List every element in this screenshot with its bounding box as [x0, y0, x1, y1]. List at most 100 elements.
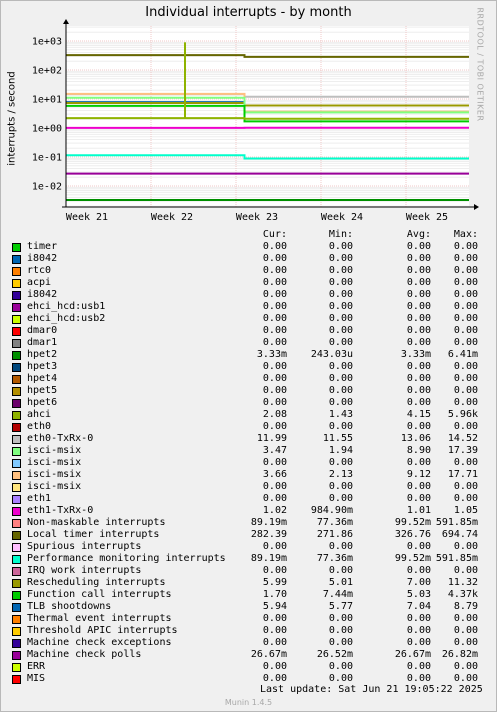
legend-row: Local timer interrupts 282.39 271.86 326.76… — [12, 529, 492, 541]
value-max: 17.39 — [447, 445, 478, 456]
value-min: 0.00 — [328, 289, 353, 300]
value-cur: 0.00 — [262, 361, 287, 372]
legend-swatch — [12, 627, 21, 636]
value-cur: 282.39 — [250, 529, 287, 540]
value-cur: 0.00 — [262, 373, 287, 384]
value-cur: 0.00 — [262, 253, 287, 264]
value-max: 0.00 — [453, 541, 478, 552]
value-max: 0.00 — [453, 613, 478, 624]
value-max: 0.00 — [453, 493, 478, 504]
value-min: 2.13 — [328, 469, 353, 480]
value-cur: 5.94 — [262, 601, 287, 612]
plot-background — [66, 26, 469, 207]
value-cur: 0.00 — [262, 325, 287, 336]
legend-swatch — [12, 423, 21, 432]
value-max: 4.37k — [447, 589, 478, 600]
value-min: 5.77 — [328, 601, 353, 612]
legend-name: eth1 — [27, 493, 52, 504]
value-max: 0.00 — [453, 325, 478, 336]
value-max: 17.71 — [447, 469, 478, 480]
legend-name: eth0 — [27, 421, 52, 432]
value-cur: 5.99 — [262, 577, 287, 588]
value-max: 8.79 — [453, 601, 478, 612]
legend-name: hpet4 — [27, 373, 58, 384]
legend-name: TLB shootdowns — [27, 601, 112, 612]
legend-row: hpet2 3.33m 243.03u 3.33m 6.41m — [12, 349, 492, 361]
legend-swatch — [12, 315, 21, 324]
value-cur: 0.00 — [262, 637, 287, 648]
value-min: 0.00 — [328, 253, 353, 264]
legend-name: Machine check exceptions — [27, 637, 172, 648]
value-max: 591.85m — [435, 517, 478, 528]
legend-swatch — [12, 411, 21, 420]
y-tick-label: 1e+03 — [32, 37, 62, 48]
value-max: 0.00 — [453, 661, 478, 672]
header-min: Min: — [328, 229, 353, 240]
value-max: 0.00 — [453, 301, 478, 312]
series-line — [66, 117, 469, 120]
legend-swatch — [12, 387, 21, 396]
value-min: 11.55 — [322, 433, 353, 444]
legend-swatch — [12, 579, 21, 588]
legend-row: Machine check exceptions 0.00 0.00 0.00 0.00 — [12, 637, 492, 649]
legend-name: ahci — [27, 409, 52, 420]
legend-name: eth0-TxRx-0 — [27, 433, 94, 444]
value-min: 0.00 — [328, 421, 353, 432]
y-tick-label: 1e+00 — [32, 124, 62, 135]
value-max: 0.00 — [453, 361, 478, 372]
legend-name: hpet5 — [27, 385, 58, 396]
value-min: 1.43 — [328, 409, 353, 420]
header-max: Max: — [453, 229, 478, 240]
legend-swatch — [12, 435, 21, 444]
value-min: 0.00 — [328, 397, 353, 408]
legend-swatch — [12, 603, 21, 612]
value-max: 0.00 — [453, 565, 478, 576]
value-cur: 0.00 — [262, 661, 287, 672]
legend-row: Threshold APIC interrupts 0.00 0.00 0.00 0.0… — [12, 625, 492, 637]
legend-swatch — [12, 267, 21, 276]
legend-swatch — [12, 591, 21, 600]
legend-swatch — [12, 291, 21, 300]
legend-swatch — [12, 531, 21, 540]
value-min: 0.00 — [328, 457, 353, 468]
legend-swatch — [12, 519, 21, 528]
value-cur: 0.00 — [262, 493, 287, 504]
legend-swatch — [12, 243, 21, 252]
value-min: 77.36m — [316, 553, 353, 564]
legend-header: Cur: Min: Avg: Max: — [12, 229, 492, 241]
legend-swatch — [12, 675, 21, 684]
value-cur: 0.00 — [262, 397, 287, 408]
legend-swatch — [12, 495, 21, 504]
value-cur: 0.00 — [262, 541, 287, 552]
x-tick-label: Week 24 — [321, 212, 363, 223]
legend-name: ehci_hcd:usb1 — [27, 301, 106, 312]
legend-name: Local timer interrupts — [27, 529, 160, 540]
legend-swatch — [12, 651, 21, 660]
value-min: 0.00 — [328, 613, 353, 624]
legend-swatch — [12, 447, 21, 456]
x-tick-label: Week 25 — [406, 212, 448, 223]
value-cur: 0.00 — [262, 289, 287, 300]
value-min: 0.00 — [328, 661, 353, 672]
value-max: 1.05 — [453, 505, 478, 516]
x-tick-label: Week 22 — [151, 212, 193, 223]
value-max: 0.00 — [453, 457, 478, 468]
value-min: 77.36m — [316, 517, 353, 528]
value-min: 0.00 — [328, 241, 353, 252]
value-max: 0.00 — [453, 373, 478, 384]
legend-name: Rescheduling interrupts — [27, 577, 166, 588]
y-tick-labels: 1e+03 1e+02 1e+01 1e+00 1e-01 1e-02 — [32, 37, 62, 193]
legend-name: hpet6 — [27, 397, 58, 408]
legend-row: isci-msix 0.00 0.00 0.00 0.00 — [12, 457, 492, 469]
legend-name: IRQ work interrupts — [27, 565, 142, 576]
value-cur: 89.19m — [250, 553, 287, 564]
legend-name: MIS — [27, 673, 46, 684]
legend-name: hpet3 — [27, 361, 58, 372]
value-min: 0.00 — [328, 625, 353, 636]
y-tick-label: 1e+02 — [32, 66, 62, 77]
x-tick-label: Week 21 — [66, 212, 108, 223]
value-max: 6.41m — [447, 349, 478, 360]
legend-row: ehci_hcd:usb2 0.00 0.00 0.00 0.00 — [12, 313, 492, 325]
value-max: 0.00 — [453, 637, 478, 648]
legend-name: hpet2 — [27, 349, 58, 360]
